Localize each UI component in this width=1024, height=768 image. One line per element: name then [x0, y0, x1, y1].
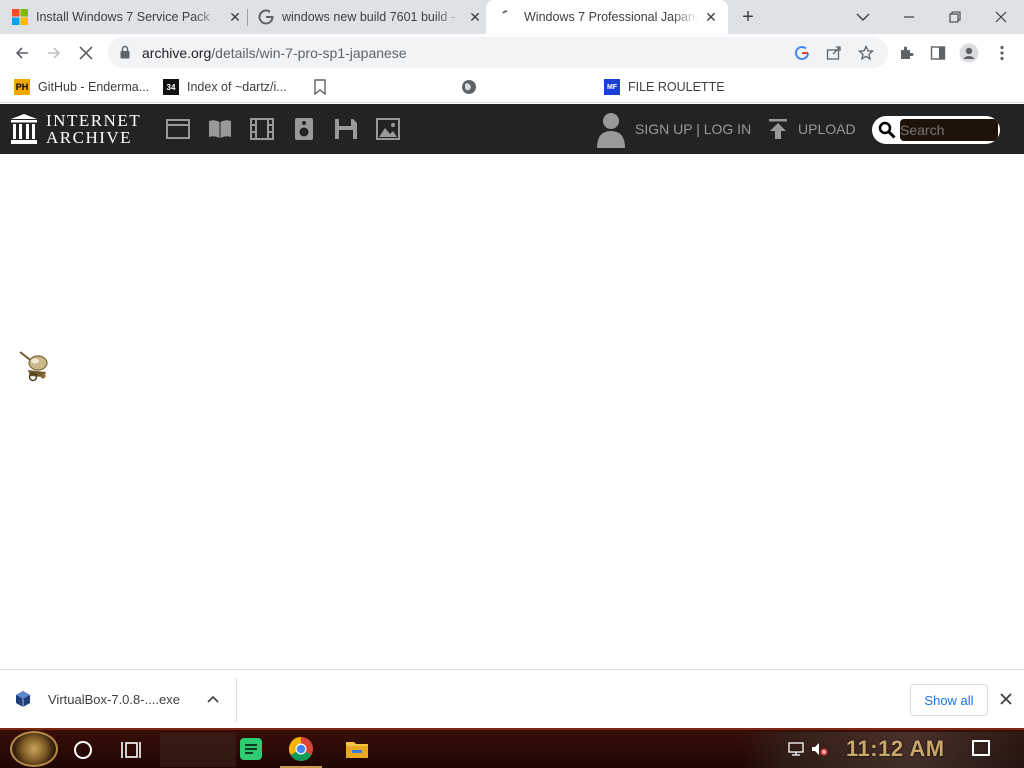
side-panel-icon[interactable]	[927, 42, 949, 64]
index-icon: 34	[163, 79, 179, 95]
airship-loading-icon	[18, 350, 52, 384]
download-item[interactable]: VirtualBox-7.0.8-....exe	[14, 684, 180, 714]
windows-logo-icon	[12, 9, 28, 25]
taskbar-clock[interactable]: 11:12 AM	[846, 736, 945, 762]
virtualbox-icon	[14, 690, 32, 708]
tab-archive-active[interactable]: Windows 7 Professional Japanese ✕	[486, 0, 728, 34]
bookmark-star-icon[interactable]	[856, 43, 876, 63]
tab-close-icon[interactable]: ✕	[466, 8, 484, 26]
file-explorer-icon[interactable]	[344, 736, 370, 762]
tab-divider	[247, 9, 248, 26]
download-shelf: VirtualBox-7.0.8-....exe Show all	[0, 669, 1024, 728]
archive-wordmark[interactable]: INTERNET ARCHIVE	[46, 112, 141, 146]
archive-logo-icon[interactable]	[10, 113, 38, 145]
minimize-icon[interactable]	[886, 0, 932, 34]
shelf-divider	[236, 678, 237, 722]
bookmark-unlabeled-2[interactable]	[461, 77, 485, 97]
google-lens-icon[interactable]	[792, 43, 812, 63]
images-icon[interactable]	[376, 118, 400, 140]
task-view-icon[interactable]	[120, 740, 142, 760]
file-roulette-icon: MF	[604, 79, 620, 95]
tab-search-icon[interactable]	[840, 0, 886, 34]
start-button[interactable]	[10, 731, 58, 767]
show-all-button[interactable]: Show all	[910, 684, 988, 716]
notification-icon[interactable]	[972, 740, 990, 756]
close-shelf-icon[interactable]	[996, 688, 1016, 710]
wordmark-line-1: INTERNET	[46, 111, 142, 130]
tab-install-windows[interactable]: Install Windows 7 Service Pack ✕	[12, 0, 244, 34]
google-icon	[258, 9, 274, 25]
texts-icon[interactable]	[208, 118, 232, 140]
stop-loading-icon[interactable]	[73, 40, 99, 66]
bookmark-github[interactable]: PH GitHub - Enderma...	[14, 77, 149, 97]
bookmark-index[interactable]: 34 Index of ~dartz/i...	[163, 77, 287, 97]
page-content	[0, 154, 1024, 669]
network-icon[interactable]	[788, 742, 804, 756]
chrome-menu-icon[interactable]	[991, 42, 1013, 64]
signup-login-link[interactable]: SIGN UP | LOG IN	[635, 121, 751, 137]
bookmark-label: GitHub - Enderma...	[38, 80, 150, 94]
url-path: /details/win-7-pro-sp1-japanese	[211, 45, 407, 61]
loading-spinner-icon	[500, 9, 516, 25]
profile-avatar-icon[interactable]	[958, 42, 980, 64]
wordmark-line-2: ARCHIVE	[46, 128, 133, 147]
browser-toolbar: archive.org/details/win-7-pro-sp1-japane…	[0, 34, 1024, 71]
taskbar: 11:12 AM	[0, 728, 1024, 768]
audio-icon[interactable]	[292, 118, 316, 140]
search-icon[interactable]	[878, 121, 896, 139]
bookmark-label: FILE ROULETTE	[628, 80, 725, 94]
share-icon[interactable]	[824, 43, 844, 63]
search-input[interactable]: Search	[900, 119, 998, 141]
cortana-icon[interactable]	[74, 741, 92, 759]
bookmarks-bar: PH GitHub - Enderma... 34 Index of ~dart…	[0, 71, 1024, 103]
back-icon[interactable]	[9, 40, 35, 66]
software-icon[interactable]	[334, 118, 358, 140]
web-icon[interactable]	[166, 118, 190, 140]
tab-close-icon[interactable]: ✕	[226, 8, 244, 26]
close-window-icon[interactable]	[978, 0, 1024, 34]
tab-title: windows new build 7601 build -	[282, 10, 456, 24]
volume-muted-icon[interactable]	[811, 742, 828, 756]
taskbar-slot	[160, 733, 236, 767]
chevron-up-icon[interactable]	[204, 690, 222, 708]
tab-google-search[interactable]: windows new build 7601 build - ✕	[258, 0, 484, 34]
video-icon[interactable]	[250, 118, 274, 140]
bookmark-label: Index of ~dartz/i...	[187, 80, 287, 94]
ph-icon: PH	[14, 79, 30, 95]
globe-icon	[461, 79, 477, 95]
extensions-icon[interactable]	[895, 42, 917, 64]
bookmark-icon	[312, 79, 328, 95]
tab-close-icon[interactable]: ✕	[702, 8, 720, 26]
bookmark-file-roulette[interactable]: MF FILE ROULETTE	[604, 77, 725, 97]
user-icon[interactable]	[596, 112, 626, 148]
tab-title: Install Windows 7 Service Pack	[36, 10, 210, 24]
tab-title: Windows 7 Professional Japanese	[524, 10, 698, 24]
new-tab-icon[interactable]: +	[738, 6, 758, 28]
address-bar[interactable]: archive.org/details/win-7-pro-sp1-japane…	[108, 37, 888, 68]
upload-link[interactable]: UPLOAD	[798, 121, 856, 137]
lock-icon	[120, 45, 130, 59]
upload-icon[interactable]	[768, 118, 788, 140]
notes-app-icon[interactable]	[238, 736, 264, 762]
url-domain: archive.org	[142, 45, 212, 61]
tab-strip: Install Windows 7 Service Pack ✕ windows…	[0, 0, 1024, 34]
browser-window: Install Windows 7 Service Pack ✕ windows…	[0, 0, 1024, 768]
archive-header: INTERNET ARCHIVE SIGN UP | LOG IN UPLOAD	[0, 104, 1024, 154]
url-text[interactable]: archive.org/details/win-7-pro-sp1-japane…	[142, 45, 407, 61]
forward-icon[interactable]	[41, 40, 67, 66]
archive-search[interactable]: Search	[872, 116, 1000, 144]
restore-icon[interactable]	[932, 0, 978, 34]
download-filename: VirtualBox-7.0.8-....exe	[48, 691, 180, 707]
chrome-icon[interactable]	[280, 736, 322, 768]
bookmark-unlabeled-1[interactable]	[312, 77, 336, 97]
